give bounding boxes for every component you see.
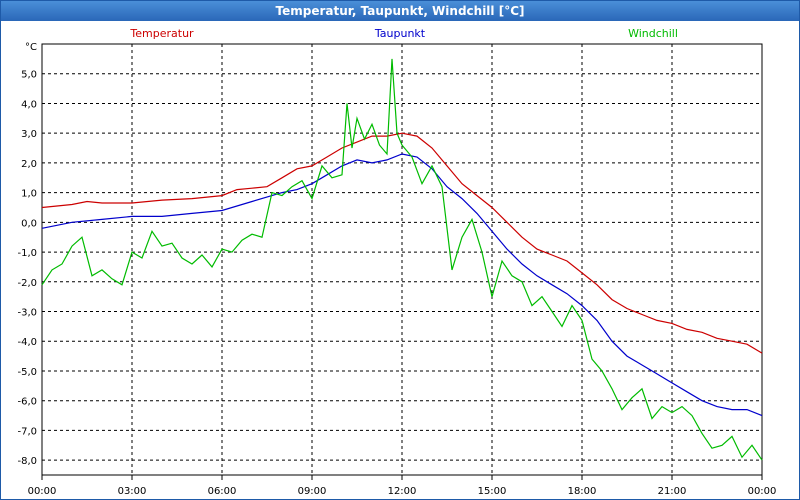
y-tick-label: -6,0 [17, 397, 37, 408]
y-tick-label: -8,0 [17, 456, 37, 467]
x-tick-time: 00:00 [748, 486, 777, 497]
y-tick-label: 5,0 [21, 70, 37, 81]
x-tick-time: 21:00 [658, 486, 687, 497]
legend-windchill: Windchill [628, 27, 678, 40]
chart-canvas: 5,0 4,0 3,0 2,0 1,0 0,0 -1,0 -2,0 -3,0 -4,0 -5,0 -6… [17, 27, 777, 497]
y-tick-label: 0,0 [21, 218, 37, 229]
x-tick-time: 09:00 [298, 486, 327, 497]
y-tick-label: 3,0 [21, 129, 37, 140]
x-tick-time: 00:00 [28, 486, 57, 497]
legend-temperatur: Temperatur [129, 27, 194, 40]
y-tick-label: 1,0 [21, 189, 37, 200]
y-tick-label: -4,0 [17, 337, 37, 348]
x-tick-time: 12:00 [388, 486, 417, 497]
x-tick-time: 18:00 [568, 486, 597, 497]
chart-title: Temperatur, Taupunkt, Windchill [°C] [1, 1, 799, 21]
y-tick-label: -5,0 [17, 367, 37, 378]
y-unit-label: °C [25, 42, 37, 53]
x-tick-time: 15:00 [478, 486, 507, 497]
y-axis: 5,0 4,0 3,0 2,0 1,0 0,0 -1,0 -2,0 -3,0 -4,0 -5,0 -6… [17, 70, 37, 467]
y-tick-label: -7,0 [17, 426, 37, 437]
y-tick-label: 2,0 [21, 159, 37, 170]
legend-taupunkt: Taupunkt [374, 27, 426, 40]
y-tick-label: -3,0 [17, 308, 37, 319]
x-tick-time: 06:00 [208, 486, 237, 497]
y-tick-label: 4,0 [21, 99, 37, 110]
x-axis: 00:0010.03.1303:0010.03.1306:0010.03.130… [28, 475, 777, 497]
y-tick-label: -1,0 [17, 248, 37, 259]
y-tick-label: -2,0 [17, 278, 37, 289]
chart-window: Temperatur, Taupunkt, Windchill [°C] 5,0… [0, 0, 800, 500]
x-tick-time: 03:00 [118, 486, 147, 497]
